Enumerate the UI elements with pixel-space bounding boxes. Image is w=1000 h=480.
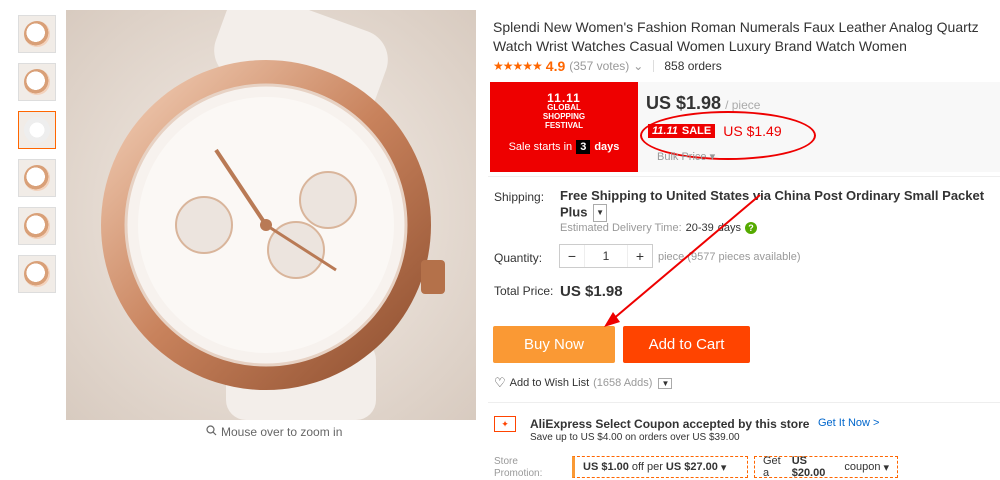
chevron-down-icon: ▾: [883, 461, 889, 474]
promo2-amount: US $20.00: [791, 455, 826, 479]
zoom-hint-text: Mouse over to zoom in: [221, 425, 343, 439]
shipping-info: Free Shipping to United States via China…: [560, 188, 995, 222]
chevron-down-icon: ▾: [720, 461, 727, 474]
delivery-days: 20-39: [685, 222, 714, 234]
rating-value: 4.9: [545, 58, 566, 74]
thumbnail-list: [18, 15, 58, 303]
delivery-unit: days: [717, 222, 742, 234]
thumbnail[interactable]: [18, 63, 56, 101]
sale-starts-text: Sale starts in: [508, 141, 573, 153]
wish-list-row[interactable]: ♡ Add to Wish List (1658 Adds) ▼: [494, 375, 673, 391]
product-image[interactable]: [66, 10, 476, 420]
festival-logo-line1: GLOBAL SHOPPING: [542, 103, 586, 121]
promo2-suffix: coupon: [844, 461, 881, 473]
quantity-label: Quantity:: [494, 251, 543, 265]
quantity-stepper: − 1 +: [559, 244, 653, 268]
decrement-button[interactable]: −: [560, 248, 584, 264]
magnifier-icon: [206, 425, 217, 439]
days-label: days: [594, 141, 620, 153]
total-label: Total Price:: [494, 284, 554, 298]
vote-count[interactable]: (357 votes): [569, 59, 629, 73]
wish-count: (1658 Adds): [593, 377, 653, 389]
order-count: 858 orders: [664, 59, 722, 73]
divider: [653, 60, 655, 72]
get-coupon-link[interactable]: Get It Now >: [818, 417, 879, 429]
coupon-icon: ✦: [494, 416, 516, 432]
product-title: Splendi New Women's Fashion Roman Numera…: [493, 19, 979, 54]
store-promo-option[interactable]: US $1.00 off per US $27.00 ▾: [572, 456, 748, 478]
thumbnail[interactable]: [18, 255, 56, 293]
coupon-title: AliExpress Select Coupon accepted by thi…: [530, 417, 810, 431]
divider: [488, 402, 1000, 403]
promo2-prefix: Get a: [763, 455, 781, 479]
festival-banner: 11.11 GLOBAL SHOPPING FESTIVAL Sale star…: [490, 82, 638, 172]
total-price: US $1.98: [560, 283, 623, 300]
thumbnail[interactable]: [18, 207, 56, 245]
rating-row: ★★★★★ 4.9 (357 votes) ⌄ 858 orders: [493, 58, 722, 74]
wish-list-link[interactable]: Add to Wish List: [510, 377, 589, 389]
chevron-down-icon[interactable]: ▼: [658, 377, 673, 389]
delivery-label: Estimated Delivery Time:: [560, 222, 682, 234]
bulk-price-link[interactable]: Bulk Price ▾: [657, 150, 715, 163]
star-rating-icon: ★★★★★: [493, 59, 543, 73]
help-icon[interactable]: ?: [745, 222, 758, 234]
promo-amount: US $1.00: [583, 461, 629, 473]
heart-icon: ♡: [494, 375, 506, 390]
price-unit: / piece: [725, 98, 761, 112]
add-to-cart-button[interactable]: Add to Cart: [623, 326, 750, 363]
festival-mark: 11.11: [547, 91, 581, 105]
stock-note: piece (9577 pieces available): [658, 251, 801, 263]
thumbnail[interactable]: [18, 159, 56, 197]
zoom-hint: Mouse over to zoom in: [206, 425, 342, 439]
promo-mid: off per: [631, 461, 663, 473]
days-number: 3: [576, 140, 591, 154]
shipping-label: Shipping:: [494, 190, 545, 204]
quantity-input[interactable]: 1: [584, 245, 628, 267]
chevron-down-icon[interactable]: ▼: [593, 204, 608, 222]
delivery-time: Estimated Delivery Time: 20-39 days ?: [560, 222, 758, 234]
chevron-down-icon[interactable]: ⌄: [633, 59, 643, 73]
store-coupon-option[interactable]: Get a US $20.00 coupon ▾: [754, 455, 898, 479]
increment-button[interactable]: +: [628, 248, 652, 264]
festival-logo-line2: FESTIVAL: [544, 121, 584, 130]
thumbnail[interactable]: [18, 15, 56, 53]
sale-countdown: Sale starts in 3 days: [490, 140, 638, 154]
store-promotion-label: Store Promotion:: [494, 456, 543, 479]
promo-threshold: US $27.00: [665, 461, 718, 473]
coupon-description: Save up to US $4.00 on orders over US $3…: [530, 432, 740, 443]
festival-logo: 11.11 GLOBAL SHOPPING FESTIVAL: [534, 91, 594, 130]
divider: [488, 176, 1000, 177]
price-value: US $1.98: [646, 93, 722, 113]
buy-now-button[interactable]: Buy Now: [493, 326, 615, 363]
thumbnail[interactable]: [18, 111, 56, 149]
free-shipping-text: Free Shipping: [560, 188, 647, 203]
bulk-price-label: Bulk Price: [657, 151, 707, 163]
